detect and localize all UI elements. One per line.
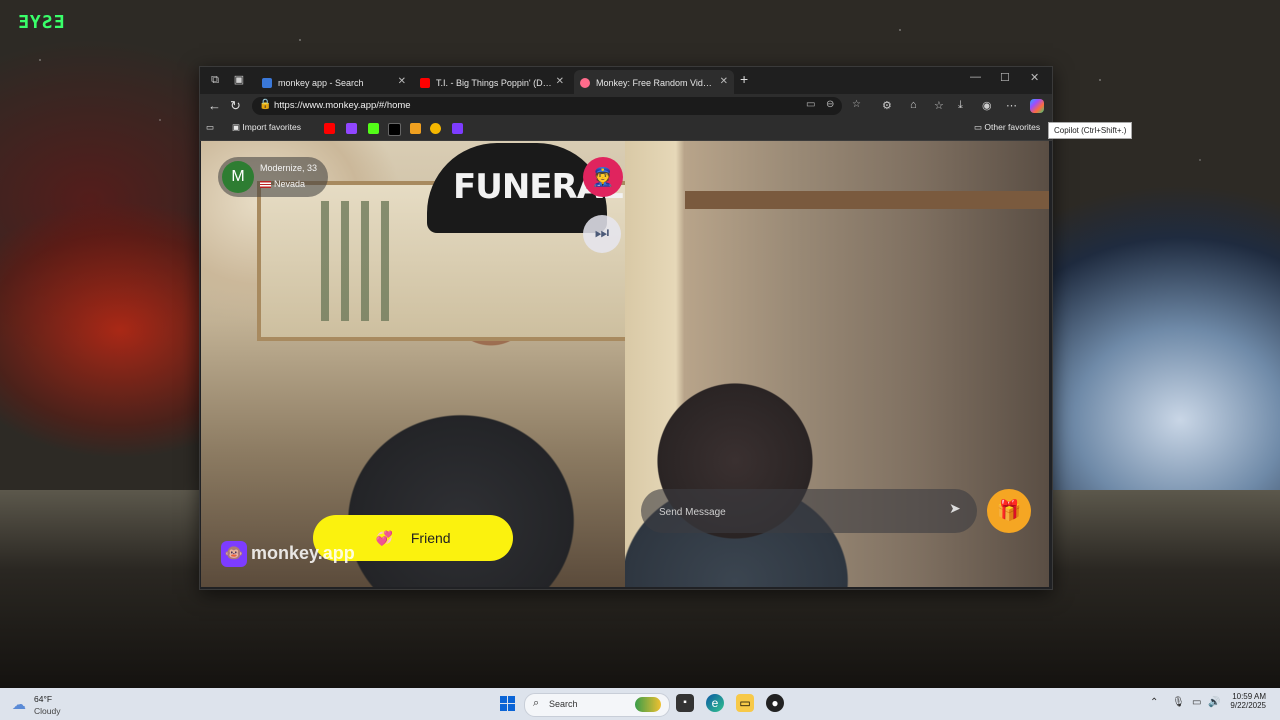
workspaces-icon[interactable]: ⧉ xyxy=(208,73,222,87)
tab-title: Monkey: Free Random Video Chat xyxy=(596,77,716,88)
send-message-input[interactable] xyxy=(657,501,931,523)
refresh-icon[interactable]: ↻ xyxy=(230,98,241,114)
settings-more-icon[interactable]: ⋯ xyxy=(1006,99,1017,112)
monkey-favicon xyxy=(580,77,590,88)
taskbar-search-box[interactable]: ⌕ Search xyxy=(524,693,670,717)
profile-icon[interactable]: ◉ xyxy=(982,99,992,112)
stranger-video: FUNERAL M Modernize, 33 Nevada 👮 ⏭ 💞 Frie… xyxy=(201,141,633,587)
navigation-toolbar: ← ↻ 🔒 https://www.monkey.app/#/home ▭ ⊖ … xyxy=(200,94,1052,118)
show-hidden-icons-chevron[interactable]: ⌃ xyxy=(1150,697,1158,708)
network-icon[interactable]: ▭ xyxy=(1192,697,1201,708)
import-favorites-link[interactable]: ▣ Import favorites xyxy=(232,122,301,133)
search-label: Search xyxy=(549,699,578,709)
address-bar[interactable]: 🔒 https://www.monkey.app/#/home ▭ ⊖ ☆ xyxy=(252,97,861,115)
monkey-brand-watermark: 🐵 monkey.app xyxy=(221,541,355,567)
tab-monkey-active[interactable]: Monkey: Free Random Video Chat ✕ xyxy=(574,70,734,94)
import-favorites-label: Import favorites xyxy=(242,122,301,132)
cactus-shape xyxy=(321,201,401,321)
microphone-icon[interactable]: 🎙 xyxy=(1172,697,1185,708)
copilot-icon[interactable] xyxy=(1030,99,1044,113)
close-tab-icon[interactable]: ✕ xyxy=(720,70,728,94)
wall-shelf xyxy=(685,191,1049,209)
clock-date: 9/22/2025 xyxy=(1230,701,1266,710)
other-favorites-folder[interactable]: ▭ Other favorites xyxy=(974,122,1040,133)
new-tab-button[interactable]: + xyxy=(740,71,748,87)
video-icon[interactable]: ▭ xyxy=(806,99,815,110)
next-skip-button[interactable]: ⏭ xyxy=(583,215,621,253)
tab-actions-icon[interactable]: ▣ xyxy=(232,73,246,87)
send-arrow-icon[interactable]: ➤ xyxy=(949,500,961,517)
split-screen-icon[interactable]: ⌂ xyxy=(910,99,917,111)
copilot-tooltip: Copilot (Ctrl+Shift+.) xyxy=(1048,122,1133,139)
reading-icon[interactable]: ▭ xyxy=(206,122,214,133)
brand-text: monkey.app xyxy=(251,542,355,563)
favorite-star-icon[interactable]: ☆ xyxy=(852,99,861,110)
monkey-logo-icon: 🐵 xyxy=(221,541,247,567)
task-view-icon[interactable]: ▪ xyxy=(676,694,694,712)
downloads-icon[interactable]: ⤓ xyxy=(958,99,963,112)
x-favicon[interactable] xyxy=(388,123,401,136)
more-site-icon[interactable]: ⊖ xyxy=(826,99,834,110)
stranger-info-pill[interactable]: M Modernize, 33 Nevada xyxy=(218,157,328,197)
close-tab-icon[interactable]: ✕ xyxy=(398,70,406,94)
other-favorites-label: Other favorites xyxy=(984,122,1041,132)
close-window-button[interactable]: ✕ xyxy=(1030,71,1039,84)
windows-start-icon[interactable] xyxy=(500,696,515,711)
tab-strip: ⧉ ▣ monkey app - Search ✕ T.I. - Big Thi… xyxy=(200,67,1052,94)
avatar: M xyxy=(222,161,254,193)
minimize-button[interactable]: — xyxy=(970,71,981,83)
stranger-name-age: Modernize, 33 xyxy=(260,163,318,173)
favorites-bar: ▭ ▣ Import favorites ▭ Other favorites xyxy=(200,118,1052,141)
weather-condition: Cloudy xyxy=(34,706,61,716)
lock-icon[interactable]: 🔒 xyxy=(259,99,271,110)
monkey-app-content: FUNERAL M Modernize, 33 Nevada 👮 ⏭ 💞 Frie… xyxy=(201,141,1049,587)
edge-taskbar-icon[interactable]: e xyxy=(706,694,724,712)
youtube-favicon xyxy=(420,77,430,88)
app-taskbar-icon[interactable]: ● xyxy=(766,694,784,712)
heart-icon: 💞 xyxy=(375,530,393,546)
stranger-location: Nevada xyxy=(260,179,305,189)
edge-browser-window: ⧉ ▣ monkey app - Search ✕ T.I. - Big Thi… xyxy=(199,66,1053,590)
skip-forward-icon: ⏭ xyxy=(594,225,610,242)
location-text: Nevada xyxy=(274,179,306,189)
chess-favicon[interactable] xyxy=(410,123,421,134)
tab-monkey-search[interactable]: monkey app - Search ✕ xyxy=(256,70,412,94)
back-arrow-icon[interactable]: ← xyxy=(208,98,221,113)
system-clock[interactable]: 10:59 AM 9/22/2025 xyxy=(1222,692,1266,710)
clock-time: 10:59 AM xyxy=(1232,692,1266,701)
windows-taskbar: ☁ 64°F Cloudy ⌕ Search ▪ e ▭ ● ⌃ 🎙 ▭ 🔊 1… xyxy=(0,688,1280,720)
weather-temp: 64°F xyxy=(34,694,53,704)
purple-favicon[interactable] xyxy=(452,123,463,134)
report-police-button[interactable]: 👮 xyxy=(583,157,623,197)
gift-button[interactable]: 🎁 xyxy=(987,489,1031,533)
file-explorer-icon[interactable]: ▭ xyxy=(736,694,754,712)
search-highlight-icon xyxy=(635,697,661,712)
tab-youtube-ti[interactable]: T.I. - Big Things Poppin' (Do It) [O… ✕ xyxy=(414,70,570,94)
favorites-icon[interactable]: ☆ xyxy=(934,99,944,112)
close-tab-icon[interactable]: ✕ xyxy=(556,70,564,94)
kick-favicon[interactable] xyxy=(368,123,379,134)
search-icon: ⌕ xyxy=(533,697,540,709)
message-bar: ➤ xyxy=(641,489,977,533)
youtube-favicon[interactable] xyxy=(324,123,335,134)
friend-label: Friend xyxy=(410,530,451,546)
police-icon: 👮 xyxy=(591,167,615,187)
tab-title: T.I. - Big Things Poppin' (Do It) [O… xyxy=(436,77,556,88)
maximize-button[interactable]: ☐ xyxy=(1000,71,1010,84)
tab-title: monkey app - Search xyxy=(278,77,364,88)
volume-icon[interactable]: 🔊 xyxy=(1208,697,1220,708)
bing-favicon xyxy=(262,77,272,88)
us-flag-icon xyxy=(260,181,271,189)
twitch-favicon[interactable] xyxy=(346,123,357,134)
gift-icon: 🎁 xyxy=(996,500,1022,522)
extensions-icon[interactable]: ⚙ xyxy=(882,99,892,112)
desktop-logo: ƎYƧƎ xyxy=(18,12,66,33)
url-text[interactable]: https://www.monkey.app/#/home xyxy=(274,100,411,111)
cloud-icon: ☁ xyxy=(12,696,26,712)
spotify-favicon[interactable] xyxy=(430,123,441,134)
